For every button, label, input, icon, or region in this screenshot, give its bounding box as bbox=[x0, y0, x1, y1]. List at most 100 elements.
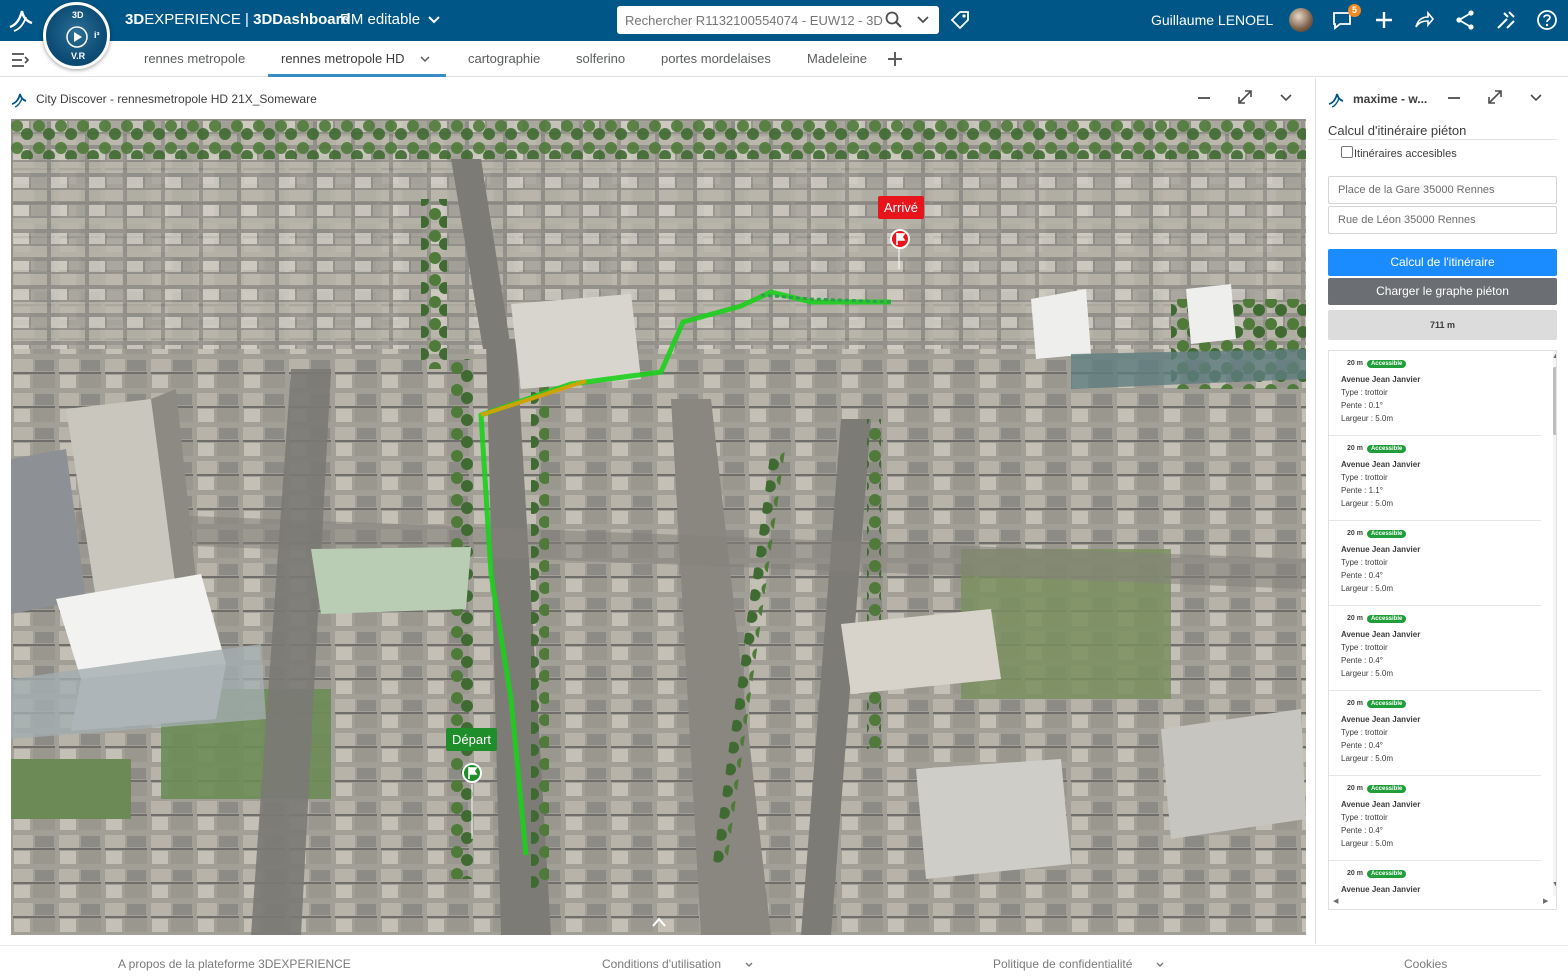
flag-icon bbox=[896, 233, 906, 245]
network-icon[interactable] bbox=[1454, 9, 1476, 31]
departure-marker-label[interactable]: Départ bbox=[446, 728, 498, 751]
scroll-down-arrow[interactable]: ▼ bbox=[1552, 881, 1556, 888]
plus-icon[interactable] bbox=[1373, 9, 1395, 31]
segment-width: Largeur : 5.0m bbox=[1341, 414, 1394, 423]
segment-width: Largeur : 5.0m bbox=[1341, 669, 1394, 678]
accessible-badge: Accessible bbox=[1366, 615, 1407, 623]
dashboard-name[interactable]: RM editable bbox=[340, 11, 420, 28]
footer-about-link[interactable]: A propos de la plateforme 3DEXPERIENCE bbox=[118, 957, 351, 971]
tools-icon[interactable] bbox=[1495, 9, 1517, 31]
menu-icon[interactable] bbox=[10, 51, 30, 69]
segment-list[interactable]: 20 m Accessible Avenue Jean Janvier Type … bbox=[1328, 350, 1557, 910]
accessible-badge: Accessible bbox=[1366, 785, 1407, 793]
segment-street: Avenue Jean Janvier bbox=[1341, 460, 1421, 469]
chevron-down-icon[interactable] bbox=[1155, 960, 1165, 970]
footer-privacy-link[interactable]: Politique de confidentialité bbox=[993, 957, 1132, 971]
segment-type: Type : trottoir bbox=[1341, 388, 1388, 397]
load-graph-button[interactable]: Charger le graphe piéton bbox=[1328, 278, 1557, 305]
chevron-down-icon[interactable] bbox=[744, 960, 754, 970]
segment-slope: Pente : 0.4° bbox=[1341, 656, 1383, 665]
segment-distance: 20 m bbox=[1347, 785, 1363, 792]
compass-bottom-label: V.R bbox=[71, 51, 86, 61]
segment-distance: 20 m bbox=[1347, 445, 1363, 452]
origin-field[interactable] bbox=[1328, 176, 1557, 204]
segment-type: Type : trottoir bbox=[1341, 643, 1388, 652]
tab-solferino[interactable]: solferino bbox=[576, 51, 625, 66]
segment-distance: 20 m bbox=[1347, 530, 1363, 537]
ds-logo-icon[interactable] bbox=[6, 5, 36, 35]
minimize-icon[interactable] bbox=[1445, 89, 1463, 107]
tab-cartographie[interactable]: cartographie bbox=[468, 51, 540, 66]
footer-cookies-link[interactable]: Cookies bbox=[1404, 957, 1447, 971]
scroll-right-arrow[interactable]: ▶ bbox=[1543, 897, 1548, 905]
footer-terms-link[interactable]: Conditions d'utilisation bbox=[602, 957, 721, 971]
departure-marker[interactable] bbox=[462, 763, 482, 783]
flag-icon bbox=[468, 767, 478, 779]
ds-logo-icon bbox=[1328, 93, 1344, 108]
chevron-down-icon[interactable] bbox=[419, 53, 431, 65]
accessible-badge: Accessible bbox=[1366, 360, 1407, 368]
destination-input[interactable] bbox=[1338, 214, 1548, 226]
compass-icon[interactable]: 3D i³ V.R bbox=[43, 2, 110, 69]
chevron-down-icon[interactable] bbox=[1277, 89, 1295, 107]
segment-distance: 20 m bbox=[1347, 700, 1363, 707]
maximize-icon[interactable] bbox=[1486, 88, 1504, 106]
list-item[interactable]: 20 m Accessible Avenue Jean Janvier Type … bbox=[1329, 606, 1541, 691]
arrival-marker-label[interactable]: Arrivé bbox=[878, 196, 924, 219]
tab-portes-mordelaises[interactable]: portes mordelaises bbox=[661, 51, 771, 66]
tag-icon[interactable] bbox=[950, 10, 970, 30]
scrollbar-thumb[interactable] bbox=[1553, 367, 1556, 435]
segment-type: Type : trottoir bbox=[1341, 473, 1388, 482]
segment-street: Avenue Jean Janvier bbox=[1341, 715, 1421, 724]
list-item[interactable]: 20 m Accessible Avenue Jean Janvier Type … bbox=[1329, 521, 1541, 606]
panel-title: Calcul d'itinéraire piéton bbox=[1328, 123, 1467, 138]
accessible-checkbox-label[interactable]: Itinéraires accesibles bbox=[1354, 148, 1457, 160]
tab-rennes-metropole[interactable]: rennes metropole bbox=[144, 51, 245, 66]
city-3d-view[interactable] bbox=[11, 119, 1306, 935]
maximize-icon[interactable] bbox=[1236, 88, 1254, 106]
itinerary-widget: maxime - w... Calcul d'itinéraire piéton… bbox=[1317, 78, 1568, 944]
scroll-up-arrow[interactable]: ▲ bbox=[1552, 353, 1556, 360]
list-item[interactable]: 20 m Accessible Avenue Jean Janvier Type … bbox=[1329, 436, 1541, 521]
segment-distance: 20 m bbox=[1347, 870, 1363, 877]
segment-distance: 20 m bbox=[1347, 360, 1363, 367]
search-icon[interactable] bbox=[885, 11, 903, 29]
segment-slope: Pente : 0.1° bbox=[1341, 401, 1383, 410]
segment-street: Avenue Jean Janvier bbox=[1341, 375, 1421, 384]
chevron-down-icon[interactable] bbox=[1527, 89, 1545, 107]
chevron-down-icon[interactable] bbox=[917, 14, 929, 26]
tab-rennes-metropole-hd[interactable]: rennes metropole HD bbox=[281, 51, 405, 66]
user-name[interactable]: Guillaume LENOEL bbox=[1151, 12, 1273, 28]
search-input[interactable] bbox=[625, 11, 883, 29]
origin-input[interactable] bbox=[1338, 184, 1548, 196]
list-item[interactable]: 20 m Accessible Avenue Jean Janvier Type … bbox=[1329, 691, 1541, 776]
segment-width: Largeur : 5.0m bbox=[1341, 754, 1394, 763]
list-item[interactable]: 20 m Accessible Avenue Jean Janvier bbox=[1329, 861, 1541, 909]
segment-street: Avenue Jean Janvier bbox=[1341, 885, 1421, 894]
search-box[interactable] bbox=[617, 6, 939, 34]
tab-madeleine[interactable]: Madeleine bbox=[807, 51, 867, 66]
segment-street: Avenue Jean Janvier bbox=[1341, 630, 1421, 639]
3d-map-viewport[interactable]: Arrivé Départ bbox=[11, 119, 1306, 935]
help-icon[interactable] bbox=[1536, 9, 1558, 31]
segment-street: Avenue Jean Janvier bbox=[1341, 800, 1421, 809]
destination-field[interactable] bbox=[1328, 206, 1557, 234]
minimize-icon[interactable] bbox=[1195, 89, 1213, 107]
plus-icon[interactable] bbox=[886, 50, 904, 68]
accessible-checkbox[interactable] bbox=[1341, 146, 1353, 158]
list-item[interactable]: 20 m Accessible Avenue Jean Janvier Type … bbox=[1329, 351, 1541, 436]
chevron-up-icon[interactable] bbox=[651, 916, 667, 928]
arrival-marker[interactable] bbox=[890, 229, 910, 249]
share-icon[interactable] bbox=[1413, 9, 1435, 31]
avatar[interactable] bbox=[1289, 8, 1313, 32]
play-icon[interactable] bbox=[66, 26, 88, 48]
segment-width: Largeur : 5.0m bbox=[1341, 499, 1394, 508]
compute-itinerary-button[interactable]: Calcul de l'itinéraire bbox=[1328, 249, 1557, 276]
widget-header: City Discover - rennesmetropole HD 21X_S… bbox=[0, 78, 1316, 118]
accessible-badge: Accessible bbox=[1366, 700, 1407, 708]
list-item[interactable]: 20 m Accessible Avenue Jean Janvier Type … bbox=[1329, 776, 1541, 861]
app-brand: 3DEXPERIENCE | 3DDashboard bbox=[125, 11, 351, 28]
chevron-down-icon[interactable] bbox=[427, 13, 441, 27]
scroll-left-arrow[interactable]: ◀ bbox=[1333, 897, 1338, 905]
total-distance: 711 m bbox=[1328, 310, 1557, 340]
